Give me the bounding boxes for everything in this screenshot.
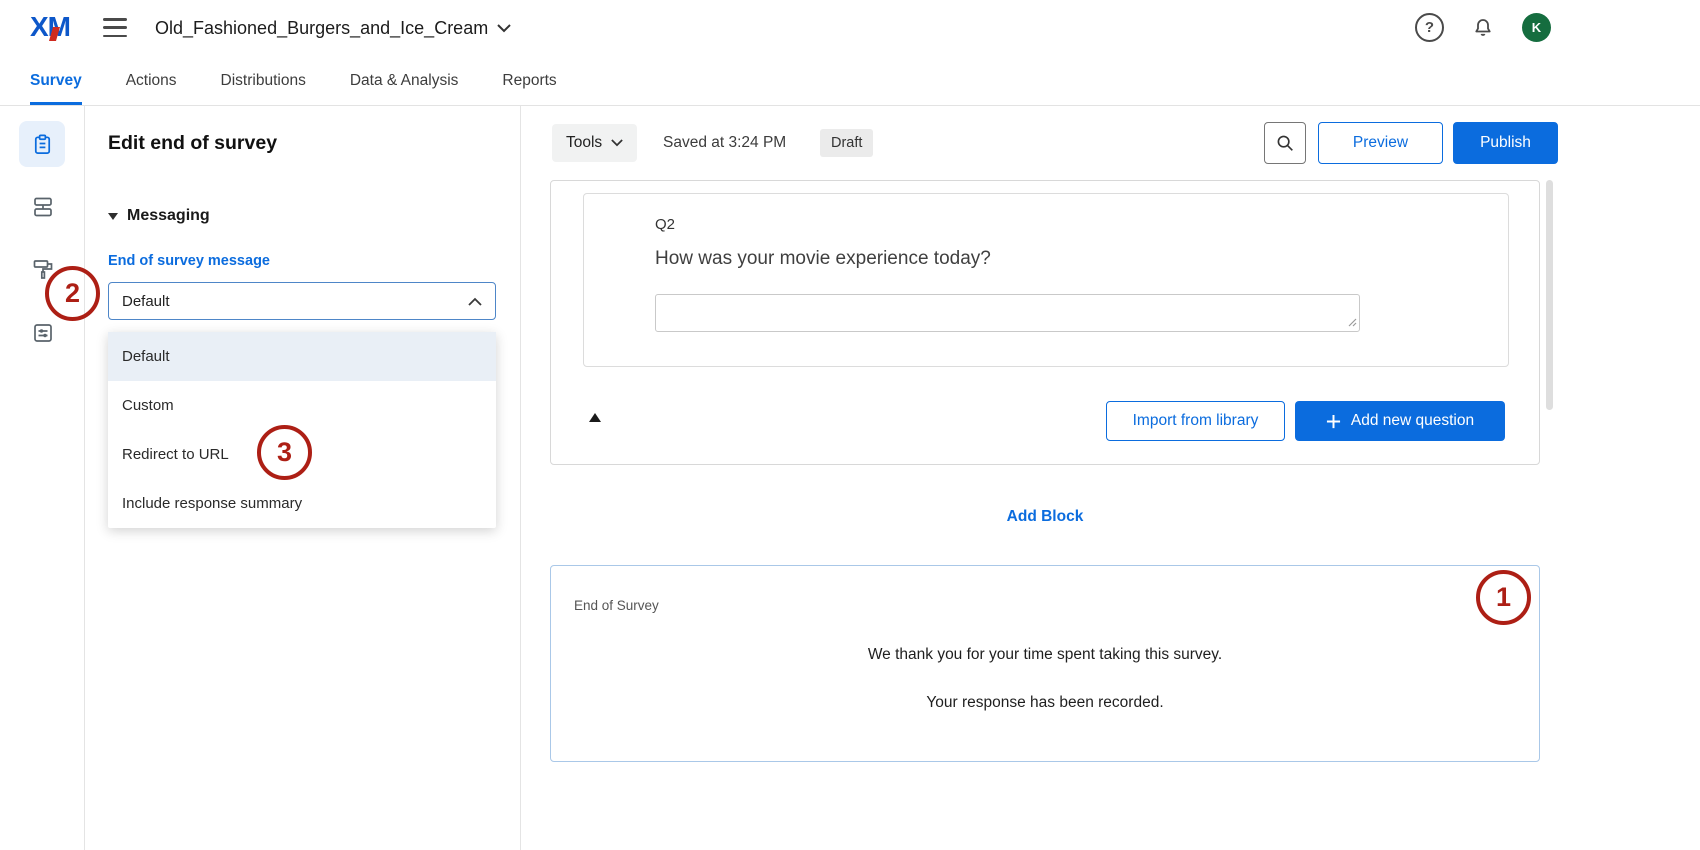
clipboard-icon: [31, 133, 54, 156]
message-type-select[interactable]: Default: [108, 282, 496, 320]
panel-title: Edit end of survey: [108, 132, 277, 155]
search-icon: [1274, 132, 1296, 154]
rail-item-builder[interactable]: [19, 121, 65, 167]
messaging-section-toggle[interactable]: Messaging: [108, 207, 210, 225]
plus-icon: [1326, 414, 1341, 429]
top-bar: XM Old_Fashioned_Burgers_and_Ice_Cream ?…: [0, 0, 1700, 56]
main-nav: Survey Actions Distributions Data & Anal…: [0, 56, 1700, 106]
question-text: How was your movie experience today?: [655, 248, 991, 270]
question-block: Q2 How was your movie experience today? …: [550, 180, 1540, 465]
avatar-initial: K: [1532, 20, 1541, 35]
end-of-survey-recorded-text: Your response has been recorded.: [551, 694, 1539, 712]
chevron-down-icon: [611, 139, 623, 147]
rail-item-survey-flow[interactable]: [29, 193, 57, 221]
resize-handle-icon: [1348, 318, 1357, 327]
rail-item-survey-options[interactable]: [29, 319, 57, 347]
end-of-survey-label: End of Survey: [574, 598, 659, 613]
survey-options-icon: [31, 321, 55, 345]
caret-down-icon: [108, 213, 118, 220]
option-default[interactable]: Default: [108, 332, 496, 381]
builder-icon-rail: [0, 106, 85, 850]
tools-button[interactable]: Tools: [552, 124, 637, 162]
option-include-response-summary[interactable]: Include response summary: [108, 479, 496, 528]
end-of-survey-thanks-text: We thank you for your time spent taking …: [551, 646, 1539, 664]
tools-label: Tools: [566, 134, 602, 152]
help-icon[interactable]: ?: [1415, 13, 1444, 42]
annotation-number: 2: [65, 278, 80, 309]
add-block-link[interactable]: Add Block: [550, 508, 1540, 526]
tab-data-analysis[interactable]: Data & Analysis: [350, 56, 459, 105]
message-type-select-value: Default: [122, 293, 468, 310]
bell-glyph: [1471, 16, 1495, 40]
saved-status: Saved at 3:24 PM: [663, 134, 786, 152]
survey-flow-icon: [31, 195, 55, 219]
import-from-library-button[interactable]: Import from library: [1106, 401, 1285, 441]
question-card[interactable]: Q2 How was your movie experience today?: [583, 193, 1509, 367]
hamburger-menu-icon[interactable]: [103, 18, 127, 37]
chevron-up-icon: [468, 297, 482, 306]
annotation-circle-2: 2: [45, 266, 100, 321]
tab-actions[interactable]: Actions: [126, 56, 177, 105]
qualtrics-survey-builder: XM Old_Fashioned_Burgers_and_Ice_Cream ?…: [0, 0, 1700, 850]
tab-distributions[interactable]: Distributions: [221, 56, 306, 105]
tab-reports[interactable]: Reports: [502, 56, 556, 105]
draft-badge: Draft: [820, 129, 873, 157]
bell-icon[interactable]: [1468, 13, 1497, 42]
option-custom[interactable]: Custom: [108, 381, 496, 430]
chevron-down-icon: [497, 24, 511, 33]
survey-title: Old_Fashioned_Burgers_and_Ice_Cream: [155, 18, 488, 39]
preview-button[interactable]: Preview: [1318, 122, 1443, 164]
annotation-number: 3: [277, 437, 292, 468]
end-of-survey-block[interactable]: End of Survey We thank you for your time…: [550, 565, 1540, 762]
answer-input[interactable]: [655, 294, 1360, 332]
survey-canvas: Tools Saved at 3:24 PM Draft Preview Pub…: [521, 106, 1700, 850]
tab-survey[interactable]: Survey: [30, 56, 82, 105]
annotation-circle-3: 3: [257, 425, 312, 480]
avatar[interactable]: K: [1522, 13, 1551, 42]
messaging-section-label: Messaging: [127, 207, 210, 225]
annotation-circle-1: 1: [1476, 570, 1531, 625]
edit-end-of-survey-panel: Edit end of survey Messaging End of surv…: [85, 106, 521, 850]
add-new-question-label: Add new question: [1351, 412, 1474, 430]
answer-input-wrap: [655, 294, 1360, 332]
annotation-number: 1: [1496, 582, 1511, 613]
collapse-up-icon[interactable]: [589, 413, 601, 422]
search-button[interactable]: [1264, 122, 1306, 164]
publish-button[interactable]: Publish: [1453, 122, 1558, 164]
end-of-survey-message-link[interactable]: End of survey message: [108, 253, 270, 269]
help-glyph: ?: [1425, 19, 1434, 36]
survey-title-dropdown[interactable]: Old_Fashioned_Burgers_and_Ice_Cream: [155, 0, 511, 56]
canvas-scrollbar[interactable]: [1546, 180, 1553, 410]
message-type-dropdown-menu: Default Custom Redirect to URL Include r…: [108, 332, 496, 528]
question-id: Q2: [655, 216, 675, 233]
add-new-question-button[interactable]: Add new question: [1295, 401, 1505, 441]
